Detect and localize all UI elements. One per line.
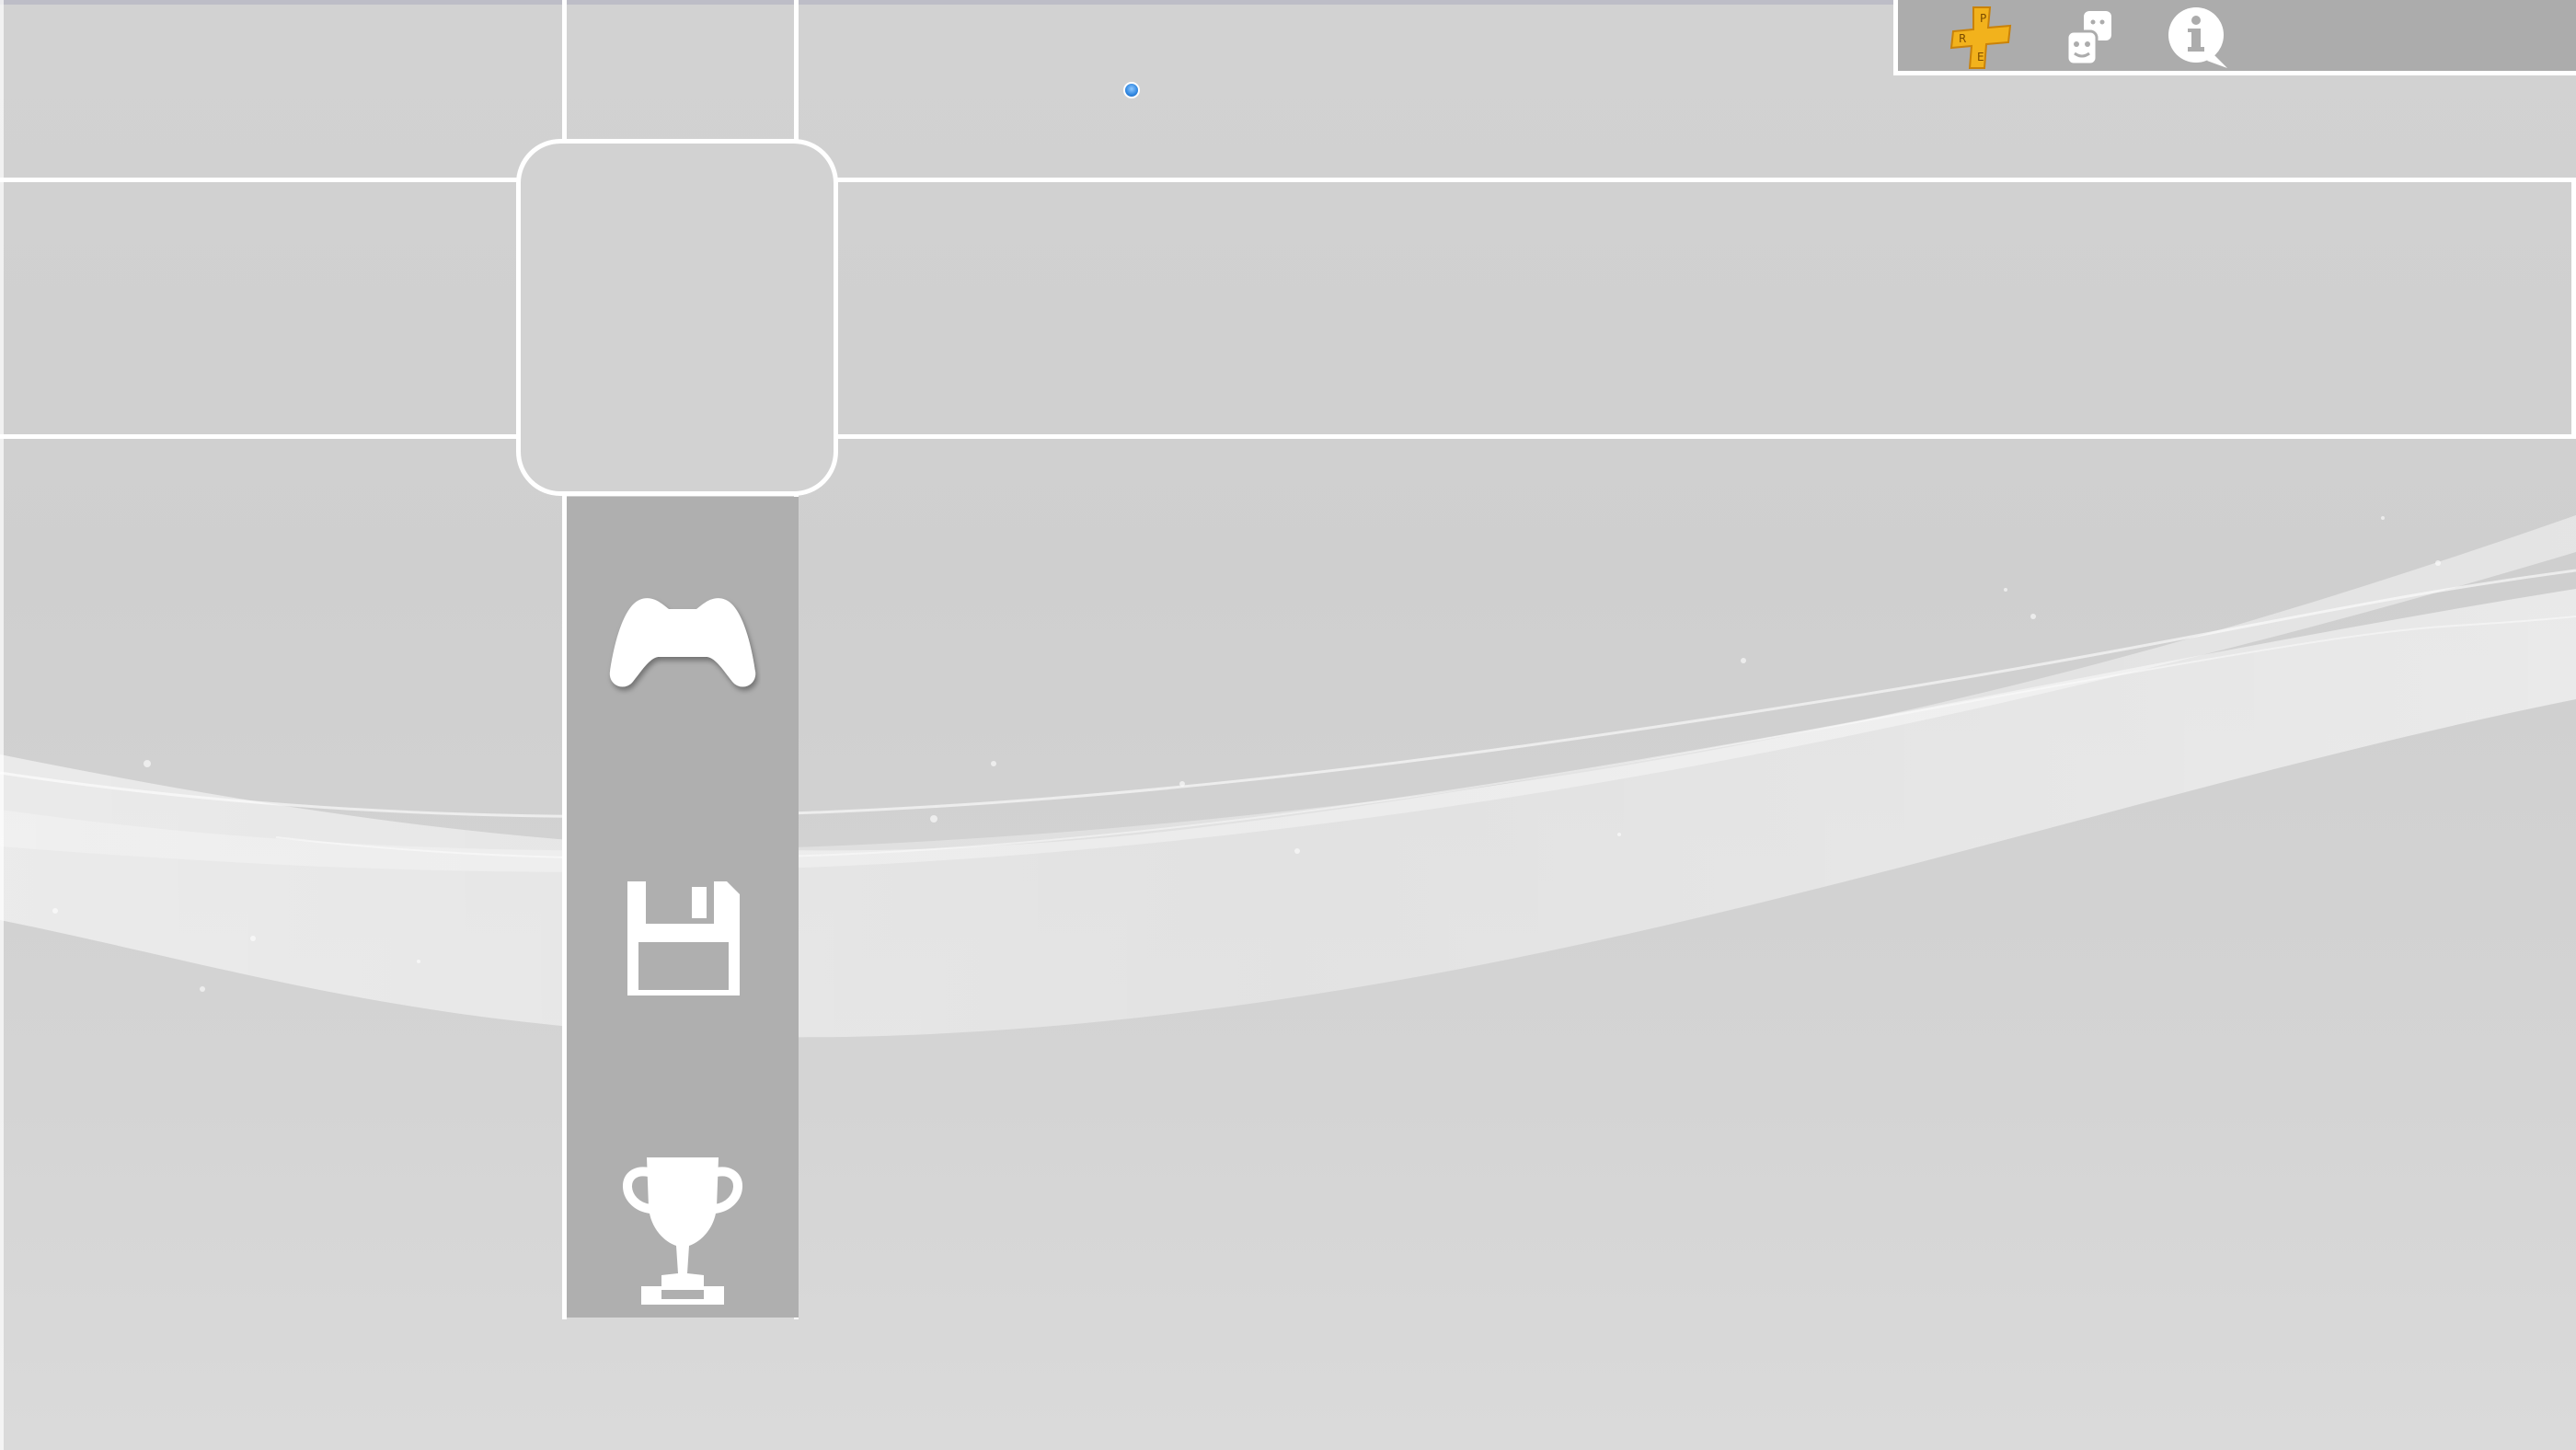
saved-data-icon (627, 881, 740, 995)
plus-letter-r: R (1959, 32, 1966, 45)
information-icon (2168, 7, 2227, 68)
plus-letter-e: E (1977, 51, 1984, 63)
category-column (567, 497, 799, 1318)
trophy-icon (623, 1157, 742, 1305)
left-edge-line (0, 0, 4, 1450)
playstation-plus-button[interactable]: P R E (1948, 4, 2018, 74)
plus-letter-p: P (1980, 12, 1986, 25)
playstation-plus-icon: P R E (1949, 6, 2012, 69)
category-band-bottom-line (0, 434, 2576, 439)
column-right-line-upper (794, 0, 799, 140)
pointer-cursor (1123, 82, 1140, 98)
game-category-item[interactable] (567, 589, 799, 699)
friends-button[interactable] (2056, 4, 2126, 74)
information-button[interactable] (2165, 4, 2235, 74)
status-icon-panel: P R E (1893, 0, 2576, 75)
game-controller-icon (609, 598, 756, 687)
xmb-screen: P R E (0, 0, 2576, 1450)
category-band-right-edge (2571, 178, 2576, 439)
column-left-line-upper (562, 0, 567, 140)
trophy-category-item[interactable] (567, 1152, 799, 1308)
saved-data-category-item[interactable] (567, 869, 799, 1007)
friends-icon (2065, 11, 2111, 66)
selected-focus-tile[interactable] (516, 139, 838, 496)
category-band-top-line (0, 178, 2576, 182)
background-waves (0, 515, 2576, 1038)
